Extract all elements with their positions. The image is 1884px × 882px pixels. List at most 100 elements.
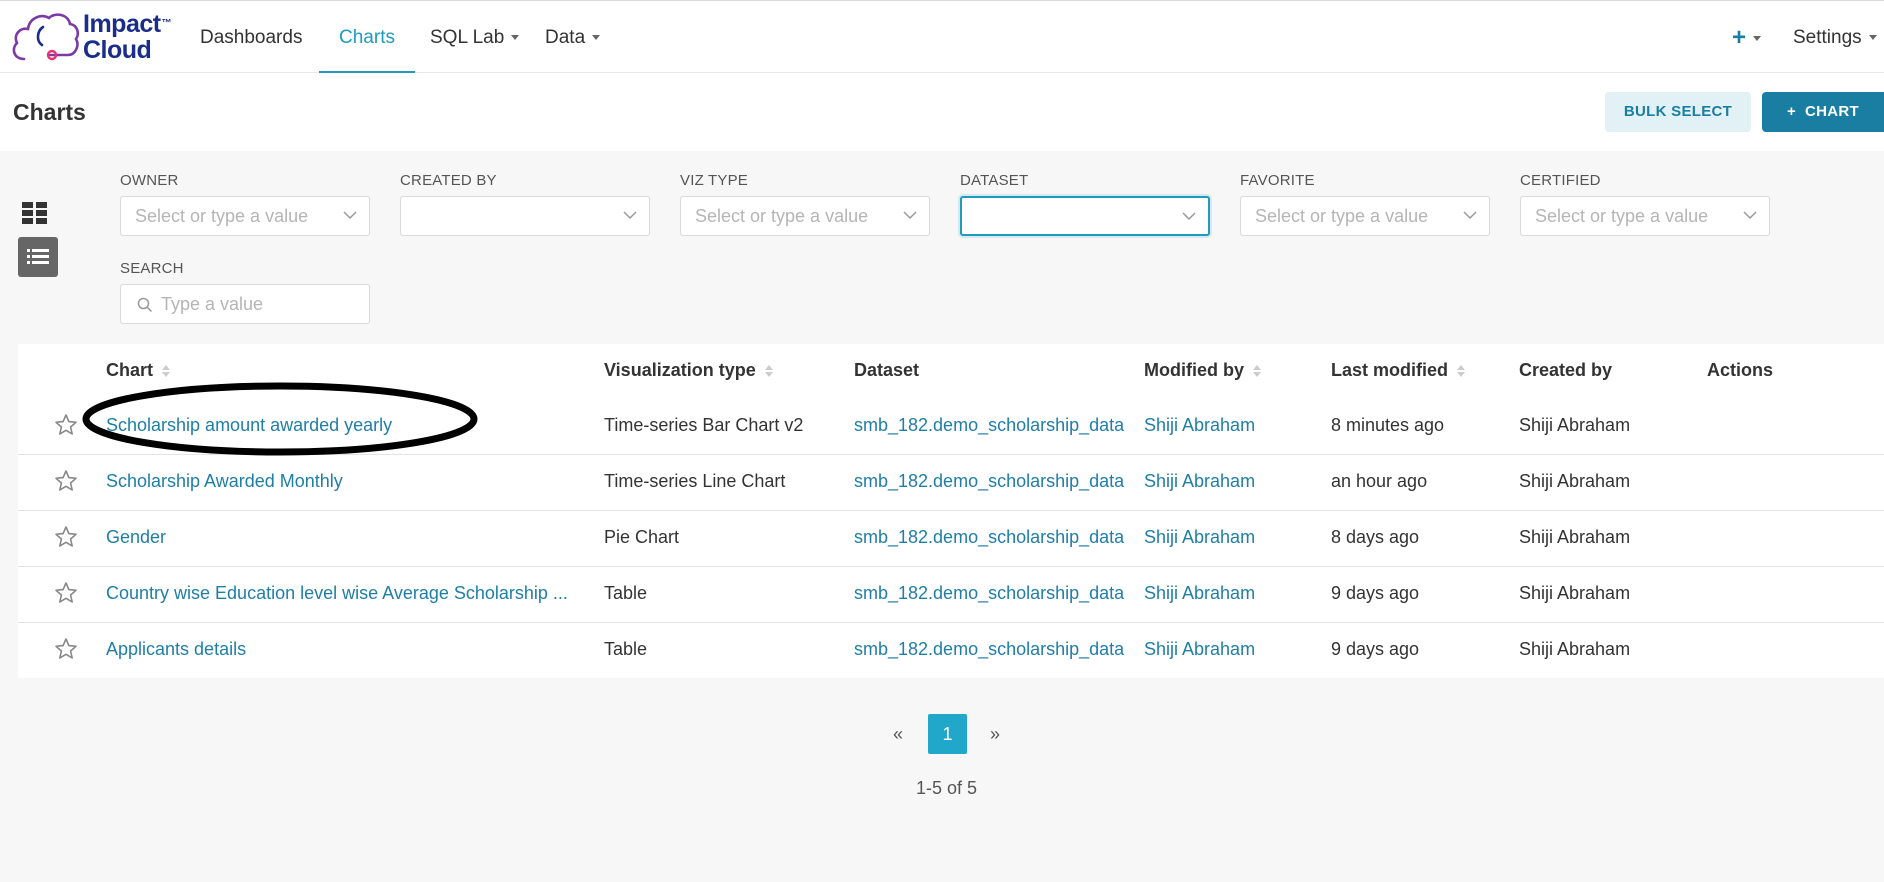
favorite-filter-select[interactable]: Select or type a value	[1240, 196, 1490, 236]
dataset-link[interactable]: smb_182.demo_scholarship_data	[854, 527, 1124, 548]
nav-data-label: Data	[545, 27, 586, 48]
chart-name-link[interactable]: Scholarship Awarded Monthly	[106, 471, 343, 492]
caret-down-icon	[1868, 35, 1877, 41]
pagination-next[interactable]: »	[990, 724, 1000, 745]
grid-view-icon	[22, 202, 47, 224]
table-row: Applicants details Table smb_182.demo_sc…	[18, 623, 1884, 679]
certified-filter-label: CERTIFIED	[1520, 172, 1601, 189]
last-modified-cell: 8 days ago	[1331, 527, 1420, 547]
pagination-summary: 1-5 of 5	[916, 778, 978, 798]
modified-by-link[interactable]: Shiji Abraham	[1144, 583, 1255, 604]
nav-dashboards-label: Dashboards	[200, 27, 303, 48]
column-header-last-modified[interactable]: Last modified	[1331, 360, 1466, 381]
chevron-down-icon	[1182, 212, 1196, 221]
chevron-down-icon	[1463, 211, 1477, 220]
list-view-toggle[interactable]	[18, 237, 58, 277]
star-icon[interactable]	[54, 413, 78, 437]
dataset-filter-select[interactable]	[960, 196, 1210, 236]
column-header-dataset: Dataset	[854, 360, 920, 380]
annotation-ellipse	[82, 382, 478, 456]
modified-by-link[interactable]: Shiji Abraham	[1144, 471, 1255, 492]
owner-filter-label: OWNER	[120, 172, 179, 189]
plus-icon: +	[1732, 24, 1747, 51]
modified-by-link[interactable]: Shiji Abraham	[1144, 527, 1255, 548]
new-item-menu[interactable]: +	[1732, 1, 1762, 74]
add-chart-button[interactable]: + CHART	[1762, 92, 1884, 132]
column-header-modified-by-label: Modified by	[1144, 360, 1244, 380]
table-row: Gender Pie Chart smb_182.demo_scholarshi…	[18, 511, 1884, 567]
last-modified-cell: 9 days ago	[1331, 583, 1420, 603]
nav-settings[interactable]: Settings	[1793, 1, 1877, 74]
viz-type-cell: Table	[604, 583, 648, 603]
dataset-link[interactable]: smb_182.demo_scholarship_data	[854, 583, 1124, 604]
created-by-cell: Shiji Abraham	[1519, 415, 1631, 435]
dataset-link[interactable]: smb_182.demo_scholarship_data	[854, 415, 1124, 436]
list-view-icon	[27, 249, 49, 264]
viz-type-cell: Time-series Bar Chart v2	[604, 415, 804, 435]
chevron-down-icon	[1743, 211, 1757, 220]
search-input[interactable]: Type a value	[120, 284, 370, 324]
star-icon[interactable]	[54, 469, 78, 493]
dataset-filter-label: DATASET	[960, 172, 1029, 189]
pagination-page-current[interactable]: 1	[928, 714, 967, 754]
plus-icon: +	[1787, 103, 1805, 120]
owner-filter-select[interactable]: Select or type a value	[120, 196, 370, 236]
search-icon	[137, 297, 153, 313]
viz-type-cell: Table	[604, 639, 648, 659]
nav-charts[interactable]: Charts	[319, 1, 415, 74]
viz-type-filter-label: VIZ TYPE	[680, 172, 749, 189]
card-view-toggle[interactable]	[22, 202, 52, 228]
caret-down-icon	[511, 35, 520, 41]
nav-settings-label: Settings	[1793, 27, 1862, 48]
brand-name-line1: Impact	[83, 10, 161, 38]
viz-type-cell: Time-series Line Chart	[604, 471, 786, 491]
chart-name-link[interactable]: Applicants details	[106, 639, 246, 660]
nav-data[interactable]: Data	[545, 1, 601, 74]
brand-logo[interactable]: Impact™ Cloud	[10, 7, 172, 67]
dataset-link[interactable]: smb_182.demo_scholarship_data	[854, 639, 1124, 660]
created-by-cell: Shiji Abraham	[1519, 471, 1631, 491]
created-by-cell: Shiji Abraham	[1519, 639, 1631, 659]
created-by-filter-label: CREATED BY	[400, 172, 497, 189]
chevron-down-icon	[343, 211, 357, 220]
modified-by-link[interactable]: Shiji Abraham	[1144, 639, 1255, 660]
column-header-viz-type[interactable]: Visualization type	[604, 360, 773, 381]
bulk-select-button[interactable]: BULK SELECT	[1605, 92, 1751, 132]
owner-filter-placeholder: Select or type a value	[135, 206, 309, 226]
nav-sql-lab-label: SQL Lab	[430, 27, 505, 48]
created-by-cell: Shiji Abraham	[1519, 583, 1631, 603]
chart-name-link[interactable]: Gender	[106, 527, 166, 548]
column-header-last-modified-label: Last modified	[1331, 360, 1449, 380]
dataset-link[interactable]: smb_182.demo_scholarship_data	[854, 471, 1124, 492]
certified-filter-select[interactable]: Select or type a value	[1520, 196, 1770, 236]
column-header-modified-by[interactable]: Modified by	[1144, 360, 1261, 381]
last-modified-cell: 9 days ago	[1331, 639, 1420, 659]
search-placeholder: Type a value	[161, 294, 264, 314]
viz-type-filter-placeholder: Select or type a value	[695, 206, 869, 226]
sort-icon	[1457, 365, 1466, 378]
chevron-down-icon	[623, 211, 637, 220]
sort-icon	[1253, 365, 1261, 378]
favorite-filter-placeholder: Select or type a value	[1255, 206, 1429, 226]
viz-type-filter-select[interactable]: Select or type a value	[680, 196, 930, 236]
last-modified-cell: an hour ago	[1331, 471, 1428, 491]
sort-icon	[162, 365, 171, 378]
page-title: Charts	[13, 99, 86, 125]
star-icon[interactable]	[54, 637, 78, 661]
star-icon[interactable]	[54, 525, 78, 549]
nav-sql-lab[interactable]: SQL Lab	[430, 1, 520, 74]
caret-down-icon	[592, 35, 601, 41]
sort-icon	[764, 365, 773, 378]
chart-name-link[interactable]: Country wise Education level wise Averag…	[106, 583, 568, 604]
star-icon[interactable]	[54, 581, 78, 605]
created-by-cell: Shiji Abraham	[1519, 527, 1631, 547]
created-by-filter-select[interactable]	[400, 196, 650, 236]
nav-dashboards[interactable]: Dashboards	[200, 1, 302, 74]
table-row: Scholarship Awarded Monthly Time-series …	[18, 455, 1884, 511]
modified-by-link[interactable]: Shiji Abraham	[1144, 415, 1255, 436]
cloud-logo-icon	[12, 13, 80, 61]
search-filter-label: SEARCH	[120, 260, 184, 277]
brand-name-line2: Cloud	[83, 36, 152, 64]
pagination-prev[interactable]: «	[893, 724, 903, 745]
column-header-chart[interactable]: Chart	[106, 360, 171, 381]
